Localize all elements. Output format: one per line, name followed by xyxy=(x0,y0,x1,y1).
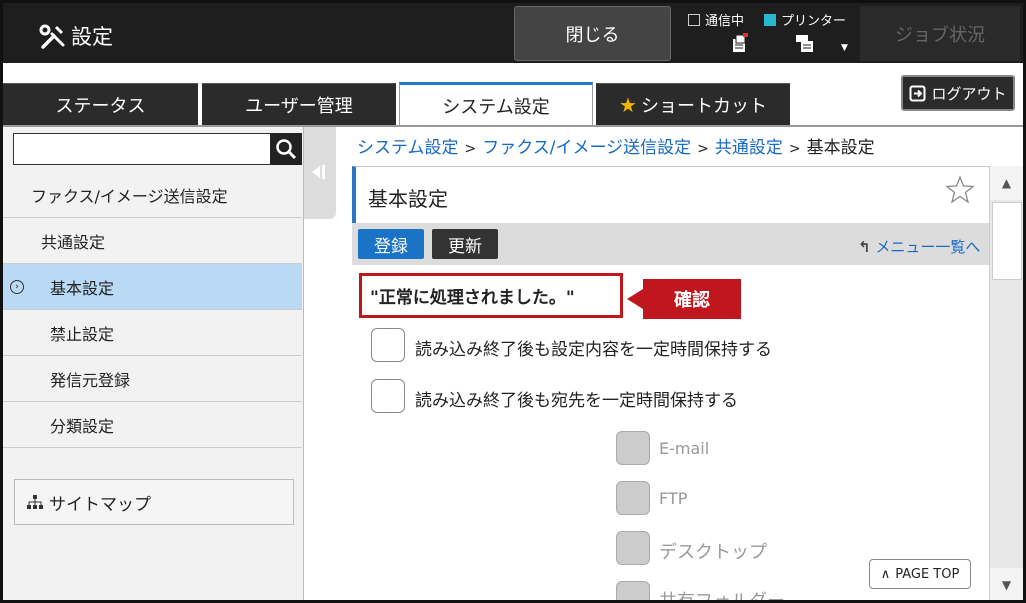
fax-status: 通信中 xyxy=(688,10,744,29)
chevron-up-icon: ∧ xyxy=(880,566,891,582)
tab-bar: ステータス ユーザー管理 システム設定 ★ ショートカット ログアウト xyxy=(3,63,1023,126)
printer-indicator-icon xyxy=(764,14,776,26)
tab-system-settings[interactable]: システム設定 xyxy=(399,82,593,126)
printer-device-icon xyxy=(796,35,813,52)
sidebar-item-fax-image-send[interactable]: ファクス/イメージ送信設定 xyxy=(3,172,302,218)
page-header: 基本設定 xyxy=(352,166,989,223)
breadcrumb-system-settings[interactable]: システム設定 xyxy=(357,138,459,158)
desktop-checkbox[interactable] xyxy=(616,531,650,565)
scroll-thumb[interactable] xyxy=(992,202,1022,280)
top-bar: 設定 閉じる 通信中 プリンター ▼ ジョブ状況 xyxy=(3,3,1023,63)
register-button[interactable]: 登録 xyxy=(358,229,424,259)
ftp-label: FTP xyxy=(659,489,688,508)
menu-list-label: メニュー一覧へ xyxy=(875,238,981,256)
collapse-left-icon xyxy=(312,165,325,179)
page-title: 基本設定 xyxy=(368,187,448,211)
settings-tools-icon xyxy=(39,24,65,49)
selected-chevron-icon: › xyxy=(10,280,24,294)
scrollbar[interactable]: ▲ ▼ xyxy=(989,166,1023,600)
sidebar-item-prohibit-settings[interactable]: 禁止設定 xyxy=(3,310,302,356)
keep-settings-checkbox[interactable] xyxy=(371,328,405,362)
breadcrumb-separator: > xyxy=(697,141,709,157)
star-icon: ★ xyxy=(619,92,637,117)
fax-device-icon xyxy=(733,33,748,52)
page-top-button[interactable]: ∧ PAGE TOP xyxy=(869,559,971,589)
logout-icon xyxy=(909,85,926,101)
sidebar-item-basic-settings[interactable]: › 基本設定 xyxy=(3,264,302,310)
tab-shortcuts[interactable]: ★ ショートカット xyxy=(596,83,790,125)
sidebar-collapse-button[interactable] xyxy=(304,127,336,219)
tab-status[interactable]: ステータス xyxy=(3,83,198,125)
printer-status: プリンター xyxy=(764,10,846,29)
keep-settings-label: 読み込み終了後も設定内容を一定時間保持する xyxy=(415,340,772,360)
tab-user-management[interactable]: ユーザー管理 xyxy=(202,83,396,125)
favorite-star-icon[interactable] xyxy=(946,175,974,205)
email-checkbox[interactable] xyxy=(616,431,650,465)
app-title: 設定 xyxy=(71,25,113,49)
sitemap-icon xyxy=(27,495,43,509)
close-button[interactable]: 閉じる xyxy=(514,6,671,61)
desktop-label: デスクトップ xyxy=(659,542,767,563)
app-window: 設定 閉じる 通信中 プリンター ▼ ジョブ状況 ステータス ユーザー管理 シス… xyxy=(0,0,1026,603)
breadcrumb-separator: > xyxy=(464,141,477,157)
shared-folder-checkbox[interactable] xyxy=(616,581,650,600)
logout-label: ログアウト xyxy=(931,84,1007,103)
logout-button[interactable]: ログアウト xyxy=(901,75,1015,111)
ftp-checkbox[interactable] xyxy=(616,481,650,515)
update-button[interactable]: 更新 xyxy=(432,229,498,259)
breadcrumb-current: 基本設定 xyxy=(806,138,875,158)
fax-status-label: 通信中 xyxy=(705,14,745,29)
status-dropdown-icon[interactable]: ▼ xyxy=(841,43,848,53)
search-button[interactable] xyxy=(270,133,302,165)
breadcrumb: システム設定 > ファクス/イメージ送信設定 > 共通設定 > 基本設定 xyxy=(357,133,875,158)
breadcrumb-common-settings[interactable]: 共通設定 xyxy=(715,138,783,158)
page-top-label: PAGE TOP xyxy=(895,566,960,582)
device-status: 通信中 プリンター ▼ xyxy=(685,7,860,59)
sidebar-item-label: 基本設定 xyxy=(50,278,115,298)
sidebar-item-sender-registration[interactable]: 発信元登録 xyxy=(3,356,302,402)
keep-destination-label: 読み込み終了後も宛先を一定時間保持する xyxy=(415,391,738,411)
keep-destination-checkbox[interactable] xyxy=(371,379,405,413)
search-icon xyxy=(276,139,297,160)
sitemap-label: サイトマップ xyxy=(49,494,151,515)
sidebar: ファクス/イメージ送信設定 共通設定 › 基本設定 禁止設定 発信元登録 分類設… xyxy=(3,127,304,600)
sidebar-item-category-settings[interactable]: 分類設定 xyxy=(3,402,302,448)
menu-list-link[interactable]: ↰ メニュー一覧へ xyxy=(858,236,980,257)
sitemap-button[interactable]: サイトマップ xyxy=(14,479,294,525)
job-status-button[interactable]: ジョブ状況 xyxy=(860,6,1020,61)
confirm-callout-label: 確認 xyxy=(674,290,710,311)
shared-folder-label: 共有フォルダー xyxy=(659,591,785,603)
printer-status-label: プリンター xyxy=(781,14,847,29)
back-to-menu-icon: ↰ xyxy=(858,238,871,256)
action-toolbar: 登録 更新 ↰ メニュー一覧へ xyxy=(352,223,989,265)
scroll-up-arrow-icon[interactable]: ▲ xyxy=(990,166,1023,200)
breadcrumb-fax-image-send[interactable]: ファクス/イメージ送信設定 xyxy=(482,138,691,158)
search-input[interactable] xyxy=(13,133,275,165)
tab-shortcuts-label: ショートカット xyxy=(640,95,767,117)
breadcrumb-separator: > xyxy=(788,141,801,157)
fax-indicator-icon xyxy=(688,14,700,26)
sidebar-item-common-settings[interactable]: 共通設定 xyxy=(3,218,302,264)
email-label: E-mail xyxy=(659,439,710,458)
success-message: "正常に処理されました。" xyxy=(359,273,623,318)
scroll-down-arrow-icon[interactable]: ▼ xyxy=(990,568,1023,600)
